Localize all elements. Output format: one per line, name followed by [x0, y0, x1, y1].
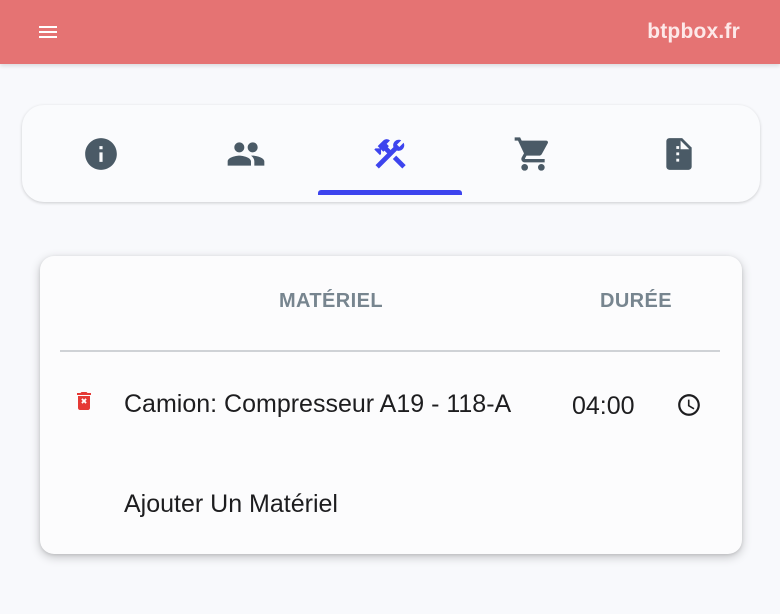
tab-info[interactable] — [29, 105, 173, 202]
add-material-button[interactable]: Ajouter Un Matériel — [124, 488, 338, 520]
tab-people[interactable] — [174, 105, 318, 202]
menu-button[interactable] — [30, 16, 66, 48]
material-name: Camion: Compresseur A19 - 118-A — [124, 390, 512, 418]
tab-notes[interactable] — [607, 105, 751, 202]
tab-cart[interactable] — [461, 105, 605, 202]
tools-icon — [374, 138, 406, 169]
people-icon — [227, 141, 265, 166]
cart-icon — [514, 136, 549, 171]
tab-indicator — [318, 190, 462, 195]
clock-icon — [678, 394, 700, 416]
delete-icon — [77, 392, 91, 410]
info-icon — [85, 137, 117, 170]
tab-tools[interactable] — [318, 105, 462, 202]
material-card: MATÉRIEL DURÉE Camion: Compresseur A19 -… — [40, 256, 742, 554]
menu-icon — [39, 26, 57, 38]
delete-row-button[interactable] — [71, 388, 97, 414]
duration-field[interactable]: 04:00 — [572, 390, 654, 422]
header-divider — [60, 350, 720, 352]
material-column-header: MATÉRIEL — [279, 290, 383, 312]
note-icon — [666, 137, 692, 170]
duration-column-header: DURÉE — [600, 290, 673, 312]
brand-title: btpbox.fr — [647, 20, 740, 43]
app-bar: btpbox.fr — [0, 0, 780, 64]
time-picker-button[interactable] — [674, 390, 704, 420]
tab-bar — [22, 105, 760, 202]
